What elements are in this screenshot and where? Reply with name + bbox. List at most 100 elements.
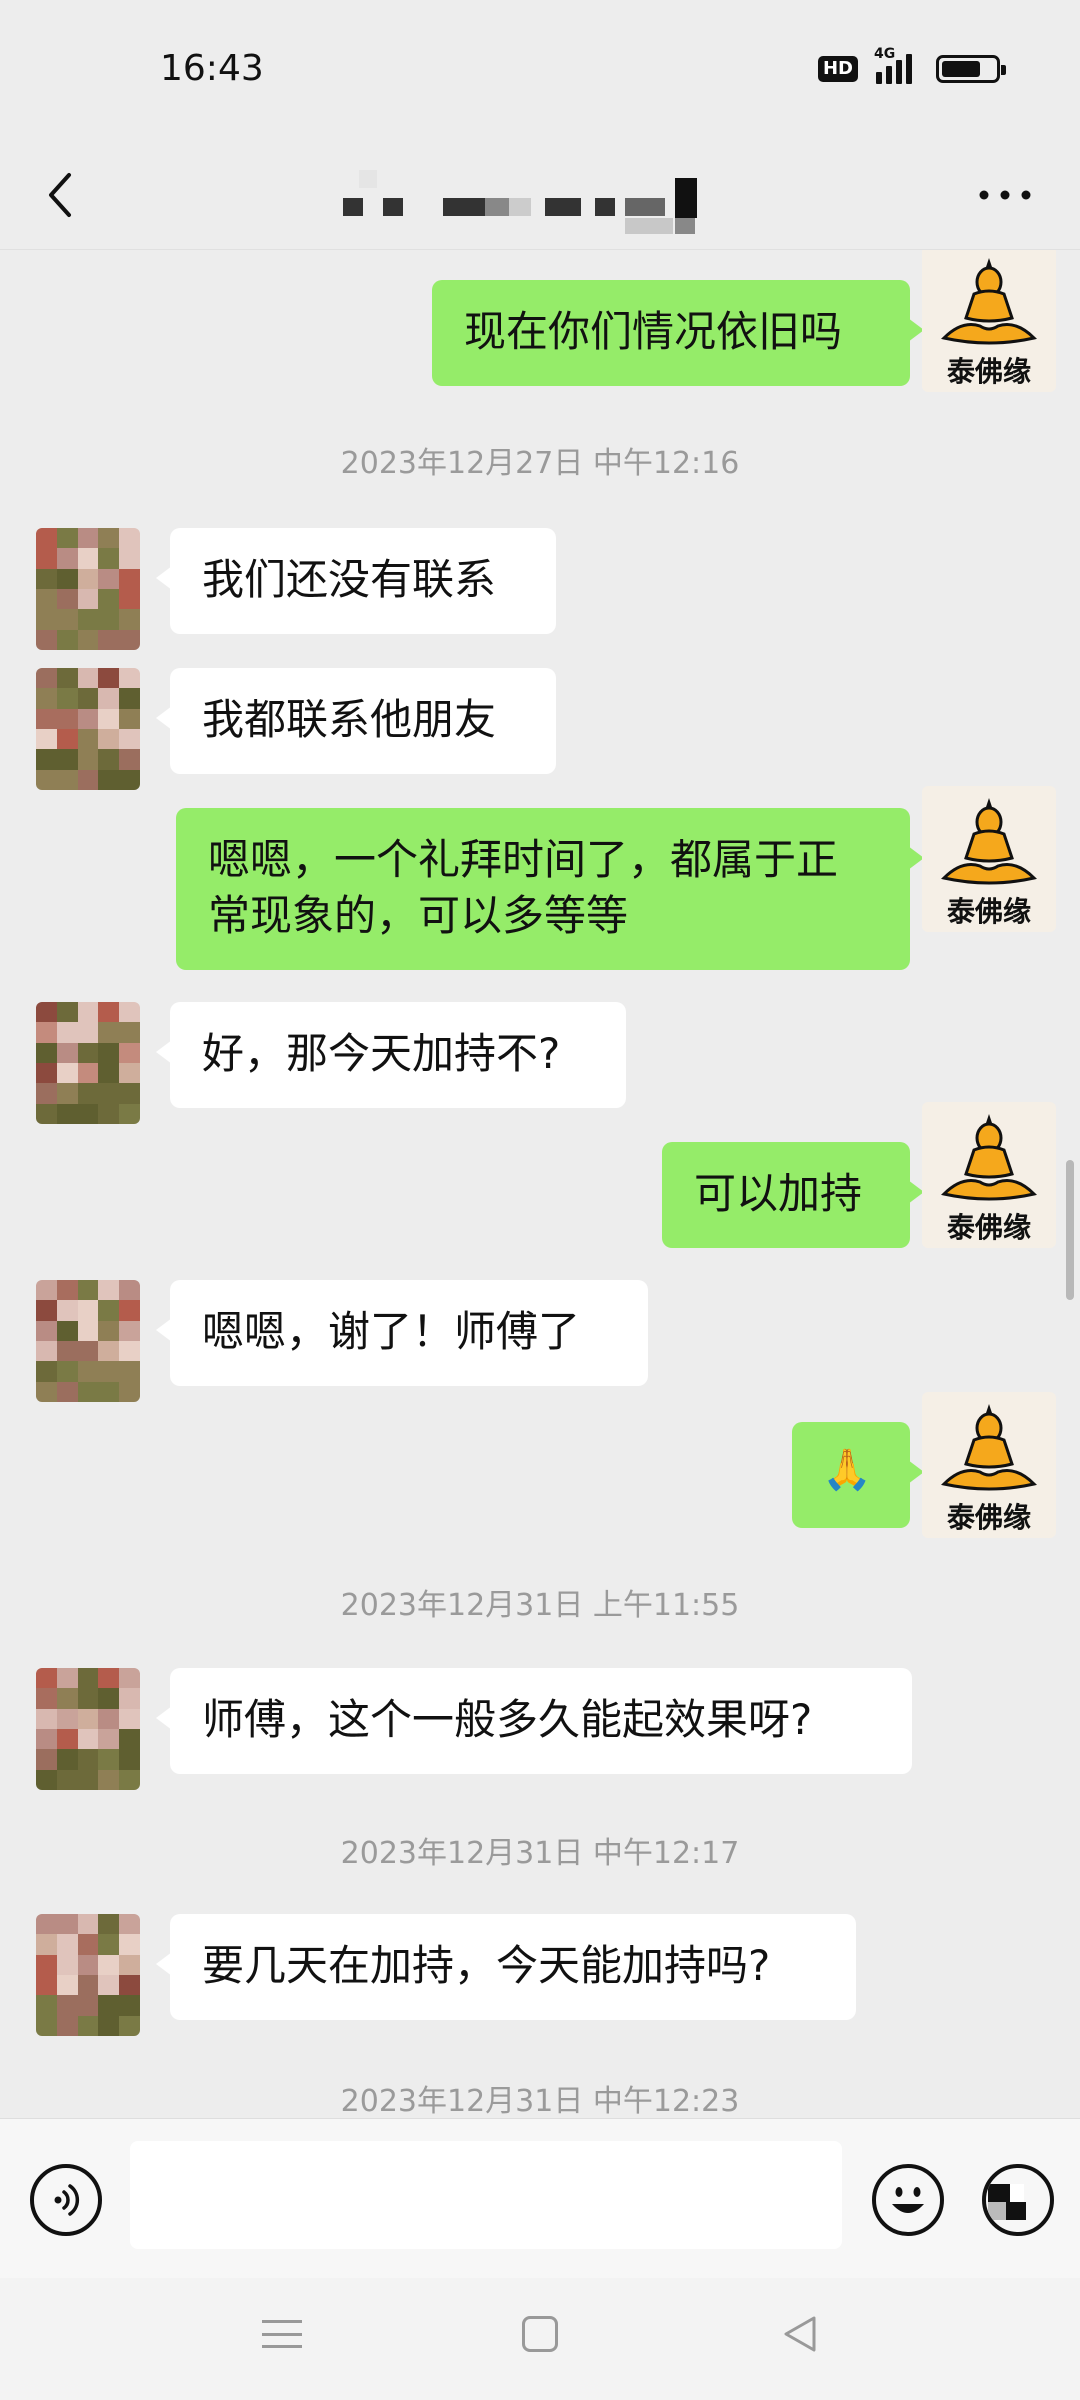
avatar-pixel: [98, 589, 120, 610]
avatar-pixel: [56, 1688, 78, 1709]
message-bubble-outgoing[interactable]: 可以加持: [662, 1142, 924, 1248]
avatar-pixel: [77, 1995, 99, 2016]
avatar-pixel: [56, 1708, 78, 1729]
message-bubble-outgoing[interactable]: 🙏: [792, 1422, 924, 1528]
avatar-pixel: [98, 1934, 120, 1955]
avatar-pixel: [77, 1022, 99, 1043]
avatar-pixel: [77, 1320, 99, 1341]
avatar-pixel: [77, 1668, 99, 1689]
avatar-pixel: [98, 1280, 120, 1301]
avatar-pixel: [56, 1729, 78, 1750]
message-bubble-outgoing[interactable]: 现在你们情况依旧吗: [432, 280, 924, 386]
avatar-pixel: [98, 1022, 120, 1043]
message-input[interactable]: [130, 2141, 842, 2249]
system-nav-bar: [0, 2278, 1080, 2400]
self-avatar-label: 泰佛缘: [946, 355, 1031, 388]
back-triangle-icon[interactable]: [778, 2312, 822, 2356]
emoji-button[interactable]: [872, 2164, 944, 2236]
avatar-pixel: [77, 629, 99, 650]
message-bubble-incoming[interactable]: 我们还没有联系: [156, 528, 556, 634]
message-bubble-incoming[interactable]: 要几天在加持，今天能加持吗?: [156, 1914, 856, 2020]
chat-message-list[interactable]: 现在你们情况依旧吗 泰佛缘 2023年12月27日 中午12:16 我们还没有联…: [0, 250, 1080, 2118]
message-text: 现在你们情况依旧吗: [464, 307, 843, 356]
avatar-pixel: [119, 1300, 140, 1321]
contact-avatar[interactable]: [36, 528, 140, 650]
avatar-pixel: [98, 1002, 120, 1023]
message-timestamp: 2023年12月31日 中午12:23: [340, 2084, 740, 2118]
avatar-pixel: [98, 1361, 120, 1382]
home-icon[interactable]: [522, 2316, 558, 2352]
avatar-pixel: [56, 1341, 78, 1362]
avatar-pixel: [36, 589, 57, 610]
buddha-icon: [941, 1404, 1037, 1491]
message-bubble-incoming[interactable]: 嗯嗯，谢了！师傅了: [156, 1280, 648, 1386]
avatar-pixel: [77, 749, 99, 770]
message-text: 嗯嗯，一个礼拜时间了，都属于正常现象的，可以多等等: [208, 835, 839, 940]
avatar-pixel: [98, 1063, 120, 1084]
more-dots-icon: [979, 190, 1031, 200]
back-button[interactable]: [30, 160, 90, 230]
menu-icon[interactable]: [262, 2314, 302, 2354]
avatar-pixel: [119, 688, 140, 709]
message-text: 我都联系他朋友: [202, 695, 497, 744]
avatar-pixel: [77, 2015, 99, 2036]
network-type-label: 4G: [874, 46, 896, 62]
avatar-pixel: [36, 609, 57, 630]
status-icons: HD 4G: [817, 46, 1006, 86]
contact-avatar[interactable]: [36, 1002, 140, 1124]
avatar-pixel: [56, 528, 78, 549]
avatar-pixel: [98, 548, 120, 569]
avatar-pixel: [77, 688, 99, 709]
avatar-pixel: [98, 708, 120, 729]
message-bubble-outgoing[interactable]: 嗯嗯，一个礼拜时间了，都属于正常现象的，可以多等等: [176, 808, 924, 970]
contact-avatar[interactable]: [36, 668, 140, 790]
avatar-pixel: [77, 1280, 99, 1301]
chat-scrollbar[interactable]: [1066, 1160, 1074, 1300]
chat-header: [0, 140, 1080, 250]
avatar-pixel: [56, 1083, 78, 1104]
avatar-pixel: [56, 609, 78, 630]
avatar-pixel: [56, 729, 78, 750]
contact-avatar[interactable]: [36, 1280, 140, 1402]
message-bubble-incoming[interactable]: 好，那今天加持不?: [156, 1002, 626, 1108]
avatar-pixel: [56, 589, 78, 610]
buddha-icon: [941, 798, 1037, 885]
self-avatar[interactable]: 泰佛缘: [922, 786, 1056, 932]
avatar-pixel: [56, 1769, 78, 1790]
message-text: 要几天在加持，今天能加持吗?: [202, 1941, 771, 1990]
avatar-pixel: [98, 1083, 120, 1104]
message-bubble-incoming[interactable]: 我都联系他朋友: [156, 668, 556, 774]
avatar-pixel: [36, 708, 57, 729]
avatar-pixel: [77, 609, 99, 630]
avatar-pixel: [77, 568, 99, 589]
message-timestamp: 2023年12月31日 中午12:17: [340, 1836, 740, 1871]
avatar-pixel: [77, 1103, 99, 1124]
avatar-pixel: [98, 1688, 120, 1709]
avatar-pixel: [56, 769, 78, 790]
avatar-pixel: [119, 1708, 140, 1729]
avatar-pixel: [77, 528, 99, 549]
message-text: 我们还没有联系: [202, 555, 497, 604]
avatar-pixel: [119, 1934, 140, 1955]
avatar-pixel: [77, 1934, 99, 1955]
self-avatar[interactable]: 泰佛缘: [922, 1102, 1056, 1248]
self-avatar[interactable]: 泰佛缘: [922, 1392, 1056, 1538]
avatar-pixel: [119, 1022, 140, 1043]
avatar-pixel: [56, 1103, 78, 1124]
emoji-icon: [892, 2187, 924, 2213]
message-bubble-incoming[interactable]: 师傅，这个一般多久能起效果呀?: [156, 1668, 912, 1774]
voice-button[interactable]: [30, 2164, 102, 2236]
avatar-pixel: [98, 568, 120, 589]
message-timestamp: 2023年12月27日 中午12:16: [340, 446, 740, 481]
avatar-pixel: [56, 688, 78, 709]
avatar-pixel: [36, 668, 57, 689]
avatar-pixel: [119, 1063, 140, 1084]
avatar-pixel: [77, 1914, 99, 1935]
more-button[interactable]: [970, 170, 1040, 220]
avatar-pixel: [98, 1954, 120, 1975]
contact-avatar[interactable]: [36, 1668, 140, 1790]
contact-avatar[interactable]: [36, 1914, 140, 2036]
plus-button[interactable]: [982, 2164, 1054, 2236]
self-avatar[interactable]: 泰佛缘: [922, 250, 1056, 392]
avatar-pixel: [119, 1975, 140, 1996]
